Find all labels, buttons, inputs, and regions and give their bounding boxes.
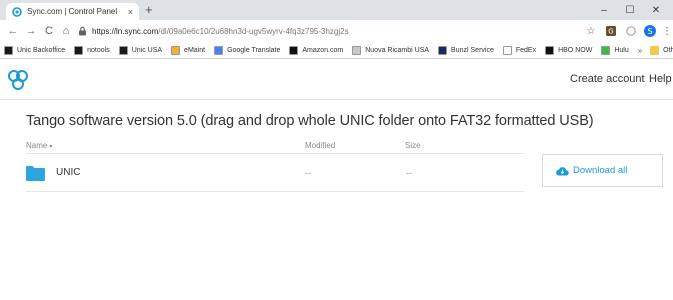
- url-path: /dl/09a0e6c10/2u68hn3d-ugv5wyrv-4fq3z795…: [158, 26, 349, 36]
- bookmark-label: Nuova Ricambi USA: [365, 46, 430, 54]
- svg-text:S: S: [647, 27, 652, 36]
- window-controls: – ☐ ✕: [591, 2, 669, 18]
- page-title: Tango software version 5.0 (drag and dro…: [26, 113, 594, 129]
- bookmark-icon: [118, 45, 128, 55]
- help-link[interactable]: Help: [649, 73, 672, 85]
- file-name[interactable]: UNIC: [56, 167, 80, 178]
- bookmark-item[interactable]: Nuova Ricambi USA: [352, 45, 430, 55]
- bookmark-icon: [601, 45, 611, 55]
- sort-caret-icon: ▾: [49, 144, 53, 150]
- bookmark-icon: [352, 45, 362, 55]
- tab-close-icon[interactable]: ×: [128, 7, 133, 17]
- url-host: https://ln.sync.com: [92, 26, 159, 36]
- bookmarks-bar: Unic Backoffice notools Unic USA eMaint Goog…: [0, 42, 673, 59]
- tab-title: Sync.com | Control Panel: [27, 7, 118, 16]
- address-bar[interactable]: https://ln.sync.com/dl/09a0e6c10/2u68hn3…: [78, 23, 588, 39]
- bookmark-label: Amazon.com: [302, 46, 344, 54]
- bookmark-label: Unic USA: [131, 46, 163, 54]
- cloud-download-icon: [556, 166, 569, 176]
- browser-menu-icon[interactable]: ⋮: [660, 24, 673, 38]
- browser-titlebar: Sync.com | Control Panel × + – ☐ ✕: [0, 0, 673, 20]
- bookmark-item[interactable]: Bunzl Service: [438, 45, 494, 55]
- bookmark-label: Hulu: [614, 46, 629, 54]
- bookmark-label: Bunzl Service: [451, 46, 494, 54]
- bookmark-item[interactable]: HBO NOW: [545, 45, 593, 55]
- bookmark-icon: [4, 45, 13, 55]
- bookmark-label: notools: [87, 46, 110, 54]
- bookmark-item[interactable]: Unic USA: [118, 45, 163, 55]
- bookmark-item[interactable]: Amazon.com: [289, 45, 344, 55]
- column-header-name[interactable]: Name ▾: [26, 141, 52, 150]
- folder-icon: [26, 166, 45, 181]
- bookmark-label: Unic Backoffice: [17, 46, 66, 54]
- file-modified: --: [305, 168, 311, 178]
- column-header-modified[interactable]: Modified: [305, 141, 335, 150]
- home-button[interactable]: ⌂: [59, 24, 73, 38]
- bookmarks-overflow-icon[interactable]: »: [638, 46, 642, 55]
- folder-icon: [650, 45, 660, 55]
- bookmark-icon: [74, 45, 84, 55]
- bookmark-label: Google Translate: [227, 46, 281, 54]
- bookmark-icon: [545, 45, 555, 55]
- url-text: https://ln.sync.com/dl/09a0e6c10/2u68hn3…: [92, 27, 349, 36]
- reload-button[interactable]: C: [42, 24, 56, 38]
- browser-tab[interactable]: Sync.com | Control Panel ×: [6, 3, 139, 20]
- file-size: --: [406, 168, 412, 178]
- bookmark-item[interactable]: Hulu: [601, 45, 629, 55]
- bookmark-icon: [214, 45, 224, 55]
- bookmark-item[interactable]: eMaint: [171, 45, 206, 55]
- profile-avatar[interactable]: S: [643, 24, 657, 38]
- other-bookmarks-label: Other bookmarks: [663, 46, 673, 54]
- table-row[interactable]: UNIC -- --: [26, 154, 524, 192]
- other-bookmarks[interactable]: Other bookmarks: [650, 45, 673, 55]
- download-all-label: Download all: [573, 165, 628, 176]
- bookmark-star-icon[interactable]: ☆: [584, 24, 598, 38]
- site-header: Create account Help: [0, 60, 673, 100]
- bookmark-item[interactable]: FedEx: [502, 45, 537, 55]
- extension-icon[interactable]: G: [604, 24, 618, 38]
- back-button[interactable]: ←: [6, 24, 20, 38]
- column-header-size[interactable]: Size: [405, 141, 421, 150]
- new-tab-button[interactable]: +: [145, 3, 153, 17]
- bookmark-label: HBO NOW: [558, 46, 593, 54]
- bookmark-icon: [289, 45, 299, 55]
- minimize-button[interactable]: –: [591, 2, 617, 18]
- bookmark-icon: [502, 45, 512, 55]
- bookmark-label: FedEx: [515, 46, 537, 54]
- forward-button[interactable]: →: [24, 24, 38, 38]
- maximize-button[interactable]: ☐: [617, 2, 643, 18]
- create-account-link[interactable]: Create account: [570, 73, 645, 85]
- sync-logo-icon[interactable]: [6, 69, 30, 91]
- bookmark-item[interactable]: Unic Backoffice: [4, 45, 66, 55]
- lock-icon: [79, 26, 86, 36]
- column-header-name-label: Name: [26, 141, 48, 150]
- bookmark-icon: [438, 45, 448, 55]
- bookmark-icon: [171, 45, 181, 55]
- sync-favicon-icon: [12, 6, 22, 17]
- close-window-button[interactable]: ✕: [643, 2, 669, 18]
- svg-text:G: G: [608, 28, 613, 36]
- bookmark-label: eMaint: [184, 46, 206, 54]
- extension-gray-icon[interactable]: [624, 24, 638, 38]
- download-all-button[interactable]: Download all: [542, 154, 663, 187]
- bookmark-item[interactable]: notools: [74, 45, 110, 55]
- bookmark-item[interactable]: Google Translate: [214, 45, 281, 55]
- browser-toolbar: ← → C ⌂ https://ln.sync.com/dl/09a0e6c10…: [0, 20, 673, 42]
